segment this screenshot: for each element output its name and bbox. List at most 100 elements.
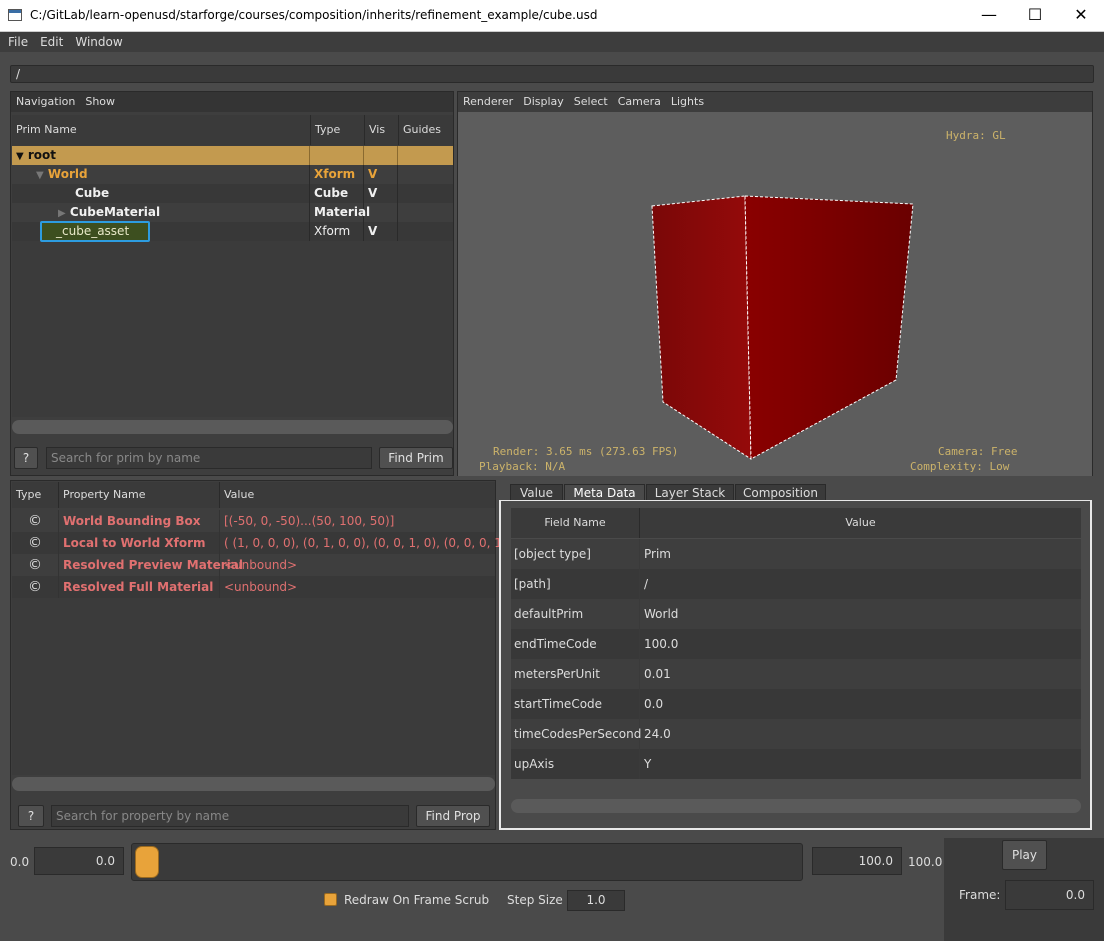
- end-frame-field[interactable]: 100.0: [812, 847, 902, 875]
- computed-icon: ©: [12, 576, 59, 598]
- prim-tree-scrollbar[interactable]: [12, 420, 453, 434]
- window-title: C:/GitLab/learn-openusd/starforge/course…: [30, 8, 598, 22]
- find-prim-button[interactable]: Find Prim: [379, 447, 453, 469]
- property-help-button[interactable]: ?: [18, 805, 44, 827]
- meta-value: World: [644, 607, 679, 621]
- tree-cell-guides: [398, 203, 453, 222]
- display-menu[interactable]: Display: [523, 95, 564, 108]
- tab-layer-stack[interactable]: Layer Stack: [646, 484, 734, 501]
- current-frame-field[interactable]: 0.0: [1005, 880, 1094, 910]
- expand-arrow-icon[interactable]: ▼: [16, 151, 24, 162]
- property-table: © World Bounding Box [(-50, 0, -50)...(5…: [12, 510, 516, 775]
- prim-search-input[interactable]: Search for prim by name: [46, 447, 372, 469]
- meta-field: timeCodesPerSecond: [511, 719, 641, 749]
- meta-row[interactable]: defaultPrim World: [511, 599, 1081, 629]
- property-row[interactable]: © Resolved Full Material <unbound>: [12, 576, 495, 598]
- cube-render: [651, 195, 914, 460]
- expand-arrow-icon[interactable]: ▼: [36, 170, 44, 181]
- cube-left-face: [651, 195, 752, 460]
- meta-value: 100.0: [644, 637, 679, 651]
- meta-field: metersPerUnit: [511, 659, 640, 689]
- tab-composition[interactable]: Composition: [735, 484, 826, 501]
- property-value: ( (1, 0, 0, 0), (0, 1, 0, 0), (0, 0, 1, …: [224, 536, 516, 550]
- redraw-checkbox[interactable]: [324, 893, 337, 906]
- meta-field: [path]: [511, 569, 640, 599]
- col-prim-name[interactable]: Prim Name: [12, 115, 311, 145]
- navigation-menu[interactable]: Navigation: [16, 95, 75, 108]
- tree-row-world[interactable]: ▼ World Xform V: [12, 165, 453, 184]
- meta-row[interactable]: metersPerUnit 0.01: [511, 659, 1081, 689]
- timeline-slider[interactable]: [131, 843, 803, 881]
- meta-row[interactable]: startTimeCode 0.0: [511, 689, 1081, 719]
- property-value: <unbound>: [224, 558, 298, 572]
- meta-row[interactable]: [path] /: [511, 569, 1081, 599]
- property-name: World Bounding Box: [59, 510, 220, 532]
- meta-row[interactable]: timeCodesPerSecond 24.0: [511, 719, 1081, 749]
- menu-file[interactable]: File: [4, 32, 32, 49]
- cube-right-face: [744, 195, 914, 460]
- tree-cell-type: Xform: [310, 165, 364, 184]
- tree-row-cube-asset[interactable]: _cube_asset Xform V: [12, 221, 453, 242]
- property-name: Local to World Xform: [59, 532, 220, 554]
- col-prop-value[interactable]: Value: [220, 482, 495, 508]
- 3d-viewport[interactable]: Hydra: GL Render: 3.65 ms (273.63 FPS) P…: [458, 112, 1092, 476]
- meta-value: 24.0: [644, 727, 671, 741]
- property-table-scrollbar[interactable]: [12, 777, 495, 791]
- find-prop-button[interactable]: Find Prop: [416, 805, 490, 827]
- renderer-menu[interactable]: Renderer: [463, 95, 513, 108]
- prim-help-button[interactable]: ?: [14, 447, 38, 469]
- start-frame-field[interactable]: 0.0: [34, 847, 124, 875]
- menu-bar: File Edit Window: [0, 32, 1104, 52]
- tree-row-root[interactable]: ▼ root: [12, 146, 453, 165]
- computed-icon: ©: [12, 554, 59, 576]
- computed-icon: ©: [12, 510, 59, 532]
- meta-field: endTimeCode: [511, 629, 640, 659]
- col-guides[interactable]: Guides: [399, 115, 453, 145]
- tree-cell-vis: [364, 203, 398, 222]
- complexity-status: Complexity: Low: [910, 460, 1010, 473]
- menu-window[interactable]: Window: [71, 32, 126, 49]
- prim-panel-menubar: Navigation Show: [11, 92, 453, 112]
- tree-cell-name: ▼ World: [12, 165, 310, 184]
- property-row[interactable]: © Local to World Xform ( (1, 0, 0, 0), (…: [12, 532, 516, 554]
- tree-row-cubematerial[interactable]: ▶ CubeMaterial Material: [12, 203, 453, 222]
- timeline-handle[interactable]: [135, 846, 159, 878]
- hydra-label: Hydra: GL: [946, 129, 1006, 142]
- step-size-field[interactable]: 1.0: [567, 890, 625, 911]
- meta-value: Prim: [644, 547, 671, 561]
- range-end-label: 100.0: [908, 855, 943, 869]
- collapse-arrow-icon[interactable]: ▶: [58, 208, 66, 219]
- property-search-input[interactable]: Search for property by name: [51, 805, 409, 827]
- col-vis[interactable]: Vis: [365, 115, 399, 145]
- col-field-name[interactable]: Field Name: [511, 508, 640, 538]
- highlighted-prim-label[interactable]: _cube_asset: [40, 221, 150, 242]
- computed-icon: ©: [12, 532, 59, 554]
- camera-menu[interactable]: Camera: [618, 95, 661, 108]
- tab-meta-data[interactable]: Meta Data: [564, 484, 645, 501]
- col-type[interactable]: Type: [311, 115, 365, 145]
- tree-row-cube[interactable]: Cube Cube V: [12, 184, 453, 203]
- select-menu[interactable]: Select: [574, 95, 608, 108]
- path-field[interactable]: /: [10, 65, 1094, 83]
- show-menu[interactable]: Show: [85, 95, 115, 108]
- meta-row[interactable]: upAxis Y: [511, 749, 1081, 779]
- meta-table-scrollbar[interactable]: [511, 799, 1081, 813]
- meta-row[interactable]: [object type] Prim: [511, 539, 1081, 569]
- property-row[interactable]: © World Bounding Box [(-50, 0, -50)...(5…: [12, 510, 495, 532]
- property-row[interactable]: © Resolved Preview Material <unbound>: [12, 554, 495, 576]
- maximize-button[interactable]: ☐: [1012, 0, 1058, 30]
- lights-menu[interactable]: Lights: [671, 95, 704, 108]
- close-button[interactable]: ✕: [1058, 0, 1104, 30]
- play-button[interactable]: Play: [1002, 840, 1047, 870]
- minimize-button[interactable]: —: [966, 0, 1012, 30]
- menu-edit[interactable]: Edit: [36, 32, 67, 49]
- tree-cell-vis: [364, 146, 398, 165]
- col-prop-type[interactable]: Type: [12, 482, 59, 508]
- col-meta-value[interactable]: Value: [640, 508, 1081, 538]
- tree-cell-name: ▼ root: [12, 146, 310, 165]
- meta-row[interactable]: endTimeCode 100.0: [511, 629, 1081, 659]
- tree-cell-guides: [398, 146, 453, 165]
- tab-value[interactable]: Value: [510, 484, 563, 501]
- property-name: Resolved Full Material: [59, 576, 220, 598]
- col-prop-name[interactable]: Property Name: [59, 482, 220, 508]
